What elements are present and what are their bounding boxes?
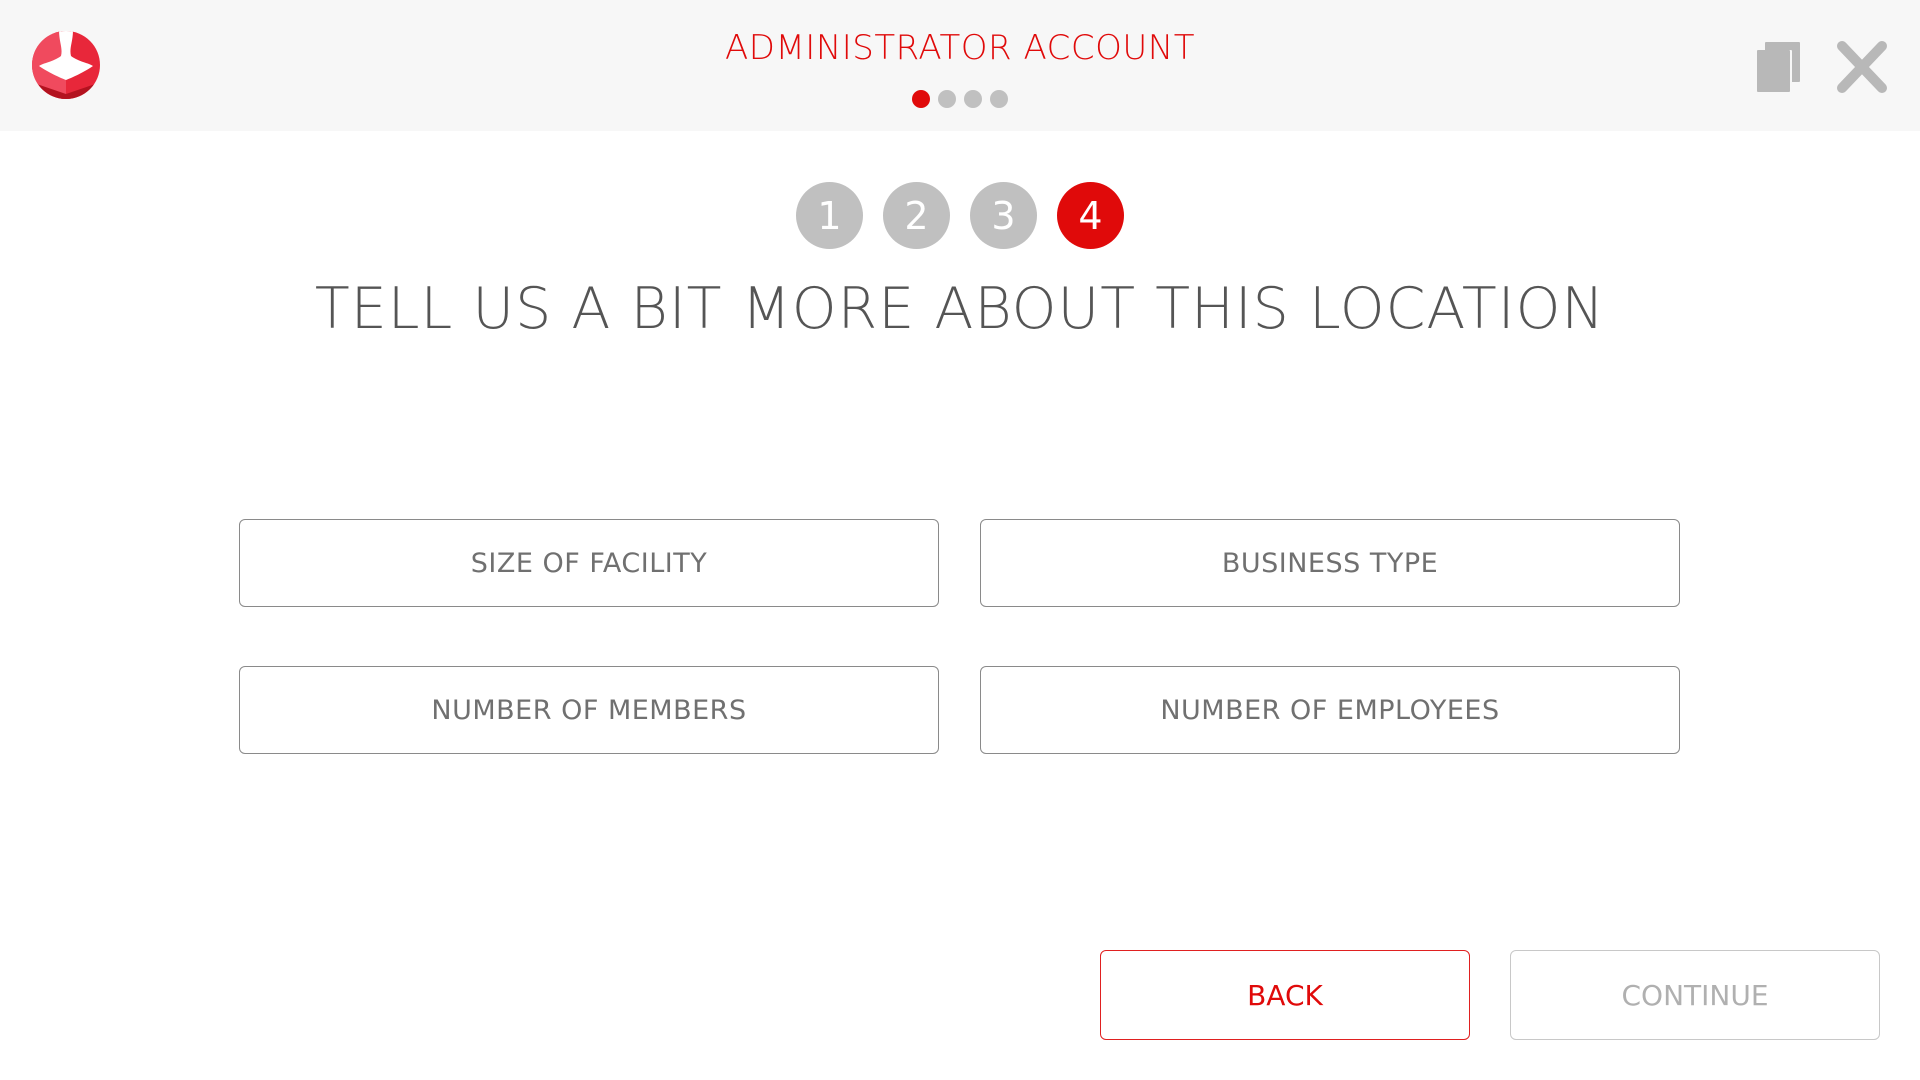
step-4-current: 4 bbox=[1057, 182, 1124, 249]
step-1: 1 bbox=[796, 182, 863, 249]
copy-button[interactable] bbox=[1754, 40, 1802, 94]
page-dot-1 bbox=[912, 90, 930, 108]
size-of-facility-select[interactable]: SIZE OF FACILITY bbox=[239, 519, 939, 607]
step-indicator: 1 2 3 4 bbox=[0, 182, 1920, 249]
copy-icon bbox=[1757, 42, 1800, 92]
close-button[interactable] bbox=[1834, 40, 1890, 94]
field-label: NUMBER OF MEMBERS bbox=[431, 694, 747, 726]
page-dot-2 bbox=[938, 90, 956, 108]
page-dot-4 bbox=[990, 90, 1008, 108]
section-heading: TELL US A BIT MORE ABOUT THIS LOCATION bbox=[314, 276, 1606, 342]
header-bar: ADMINISTRATOR ACCOUNT bbox=[0, 0, 1920, 131]
number-of-members-select[interactable]: NUMBER OF MEMBERS bbox=[239, 666, 939, 754]
field-label: BUSINESS TYPE bbox=[1221, 547, 1439, 579]
page-indicator bbox=[0, 90, 1920, 108]
back-button[interactable]: BACK bbox=[1100, 950, 1470, 1040]
field-label: NUMBER OF EMPLOYEES bbox=[1160, 694, 1500, 726]
continue-button[interactable]: CONTINUE bbox=[1510, 950, 1880, 1040]
step-3: 3 bbox=[970, 182, 1037, 249]
step-2: 2 bbox=[883, 182, 950, 249]
business-type-select[interactable]: BUSINESS TYPE bbox=[980, 519, 1680, 607]
field-label: SIZE OF FACILITY bbox=[470, 547, 708, 579]
page-title: ADMINISTRATOR ACCOUNT bbox=[725, 28, 1195, 68]
page-dot-3 bbox=[964, 90, 982, 108]
close-icon bbox=[1837, 41, 1887, 93]
number-of-employees-select[interactable]: NUMBER OF EMPLOYEES bbox=[980, 666, 1680, 754]
